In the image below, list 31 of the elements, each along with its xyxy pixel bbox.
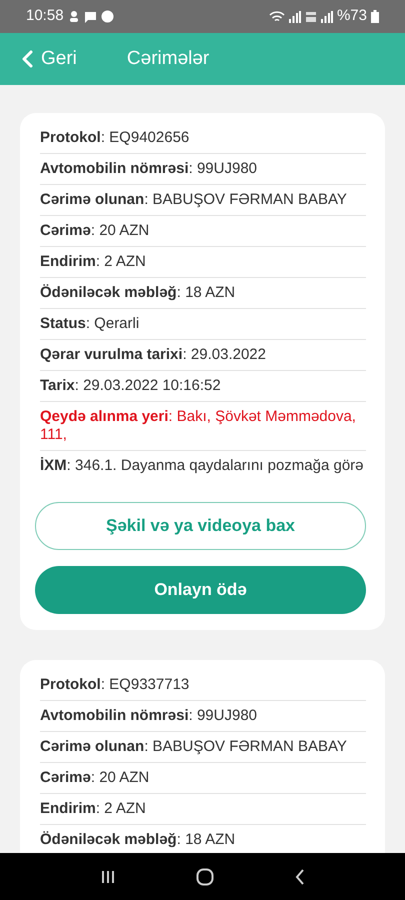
signal-icon — [320, 10, 333, 22]
fine-detail: Qərar vurulma tarixi: 29.03.2022 — [40, 340, 366, 371]
fine-detail: Protokol: EQ9402656 — [40, 123, 366, 154]
clock-time: 10:58 — [26, 6, 64, 26]
fine-detail: Cərimə: 20 AZN — [40, 216, 366, 247]
view-media-button[interactable]: Şəkil və ya videoya bax — [35, 502, 366, 550]
fine-detail: Protokol: EQ9337713 — [40, 670, 366, 701]
fine-detail: Tarix: 29.03.2022 10:16:52 — [40, 371, 366, 402]
fine-detail: Endirim: 2 AZN — [40, 247, 366, 278]
fine-detail: Ödəniləcək məbləğ: 18 AZN — [40, 278, 366, 309]
fine-detail: Cərimə olunan: BABUŞOV FƏRMAN BABAY — [40, 732, 366, 763]
screen-title: Cərimələr — [126, 46, 210, 71]
fine-detail: Avtomobilin nömrəsi: 99UJ980 — [40, 154, 366, 185]
battery-level: %73 — [336, 6, 367, 26]
fine-detail: Avtomobilin nömrəsi: 99UJ980 — [40, 701, 366, 732]
back-icon — [294, 868, 304, 884]
back-icon — [22, 50, 33, 68]
fine-detail: İXM: 346.1. Dayanma qaydalarını pozmağa görə — [40, 456, 365, 476]
signal-icon — [288, 10, 301, 22]
fine-detail: Endirim: 2 AZN — [40, 794, 366, 825]
message-icon — [84, 10, 97, 22]
home-icon — [196, 868, 214, 886]
pay-button[interactable]: Onlayn ödə — [35, 566, 366, 614]
fine-detail: Cərimə: 20 AZN — [40, 763, 366, 794]
fine-detail: Cərimə olunan: BABUŞOV FƏRMAN BABAY — [40, 185, 366, 216]
recent-apps-icon — [100, 870, 114, 884]
battery-icon — [371, 10, 379, 23]
fine-detail: Qeydə alınma yeri: Bakı, Şövkət Məmmədova, 111, — [40, 402, 366, 451]
wifi-icon — [268, 10, 285, 23]
fine-detail: Status: Qerarli — [40, 309, 366, 340]
back-button[interactable]: Geri — [22, 44, 77, 74]
